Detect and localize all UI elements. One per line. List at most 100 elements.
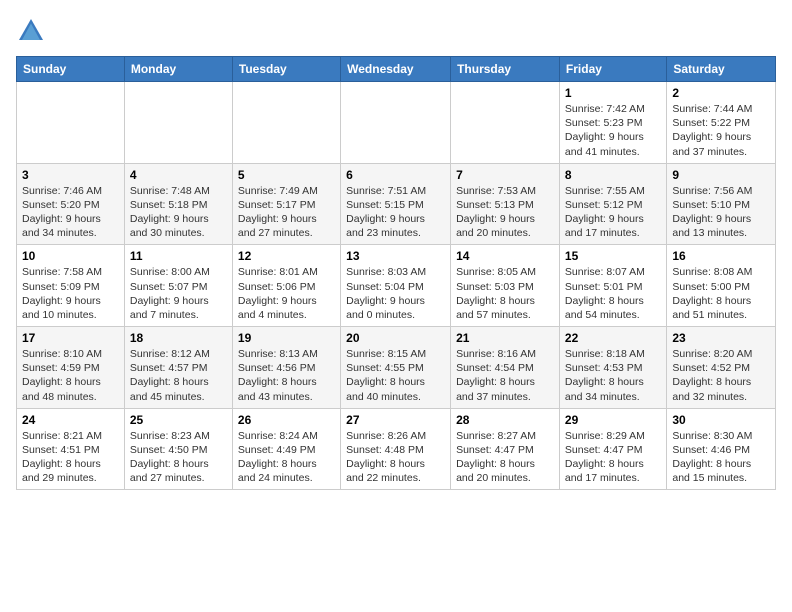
calendar-cell: 8 Sunrise: 7:55 AMSunset: 5:12 PMDaylight… [559,163,666,245]
calendar-cell: 30Sunrise: 8:30 AMSunset: 4:46 PMDayligh… [667,408,776,490]
calendar-cell: 26 Sunrise: 8:24 AMSunset: 4:49 PMDayligh… [232,408,340,490]
day-info: Sunrise: 8:07 AMSunset: 5:01 PMDaylight:… [565,265,661,322]
day-number: 12 [238,249,335,263]
calendar-cell: 11Sunrise: 8:00 AMSunset: 5:07 PMDayligh… [124,245,232,327]
day-number: 26 [238,413,335,427]
calendar-cell: 22Sunrise: 8:18 AMSunset: 4:53 PMDayligh… [559,327,666,409]
calendar-week-4: 17 Sunrise: 8:10 AMSunset: 4:59 PMDayligh… [17,327,776,409]
day-info: Sunrise: 8:01 AMSunset: 5:06 PMDaylight:… [238,265,335,322]
day-number: 27 [346,413,445,427]
calendar-cell: 1 Sunrise: 7:42 AMSunset: 5:23 PMDaylight… [559,82,666,164]
day-number: 17 [22,331,119,345]
calendar-cell: 13 Sunrise: 8:03 AMSunset: 5:04 PMDayligh… [341,245,451,327]
day-info: Sunrise: 8:13 AMSunset: 4:56 PMDaylight:… [238,347,335,404]
day-number: 29 [565,413,661,427]
calendar-week-3: 10 Sunrise: 7:58 AMSunset: 5:09 PMDayligh… [17,245,776,327]
day-info: Sunrise: 8:26 AMSunset: 4:48 PMDaylight:… [346,429,445,486]
calendar-cell: 28 Sunrise: 8:27 AMSunset: 4:47 PMDayligh… [451,408,560,490]
day-number: 28 [456,413,554,427]
calendar-cell: 18 Sunrise: 8:12 AMSunset: 4:57 PMDayligh… [124,327,232,409]
calendar-cell [232,82,340,164]
logo [16,16,50,46]
calendar-week-1: 1 Sunrise: 7:42 AMSunset: 5:23 PMDaylight… [17,82,776,164]
calendar-cell: 10 Sunrise: 7:58 AMSunset: 5:09 PMDayligh… [17,245,125,327]
day-info: Sunrise: 8:27 AMSunset: 4:47 PMDaylight:… [456,429,554,486]
calendar-cell: 20 Sunrise: 8:15 AMSunset: 4:55 PMDayligh… [341,327,451,409]
calendar-cell: 27 Sunrise: 8:26 AMSunset: 4:48 PMDayligh… [341,408,451,490]
calendar-cell: 16Sunrise: 8:08 AMSunset: 5:00 PMDayligh… [667,245,776,327]
day-info: Sunrise: 8:12 AMSunset: 4:57 PMDaylight:… [130,347,227,404]
header [16,16,776,46]
day-info: Sunrise: 7:42 AMSunset: 5:23 PMDaylight:… [565,102,661,159]
calendar-cell: 5 Sunrise: 7:49 AMSunset: 5:17 PMDaylight… [232,163,340,245]
calendar-week-5: 24 Sunrise: 8:21 AMSunset: 4:51 PMDayligh… [17,408,776,490]
day-number: 24 [22,413,119,427]
day-number: 10 [22,249,119,263]
calendar-cell [17,82,125,164]
day-number: 13 [346,249,445,263]
calendar-cell: 15 Sunrise: 8:07 AMSunset: 5:01 PMDayligh… [559,245,666,327]
calendar-cell: 4 Sunrise: 7:48 AMSunset: 5:18 PMDaylight… [124,163,232,245]
day-info: Sunrise: 7:58 AMSunset: 5:09 PMDaylight:… [22,265,119,322]
day-info: Sunrise: 7:48 AMSunset: 5:18 PMDaylight:… [130,184,227,241]
day-info: Sunrise: 7:56 AMSunset: 5:10 PMDaylight:… [672,184,770,241]
day-number: 15 [565,249,661,263]
calendar-cell [451,82,560,164]
day-info: Sunrise: 8:23 AMSunset: 4:50 PMDaylight:… [130,429,227,486]
day-info: Sunrise: 7:46 AMSunset: 5:20 PMDaylight:… [22,184,119,241]
day-number: 11 [130,249,227,263]
calendar-header-tuesday: Tuesday [232,57,340,82]
calendar-header-friday: Friday [559,57,666,82]
day-info: Sunrise: 8:20 AMSunset: 4:52 PMDaylight:… [672,347,770,404]
day-number: 4 [130,168,227,182]
day-info: Sunrise: 8:05 AMSunset: 5:03 PMDaylight:… [456,265,554,322]
calendar-cell: 12 Sunrise: 8:01 AMSunset: 5:06 PMDayligh… [232,245,340,327]
calendar-cell: 3 Sunrise: 7:46 AMSunset: 5:20 PMDaylight… [17,163,125,245]
calendar-header-monday: Monday [124,57,232,82]
calendar-cell: 29 Sunrise: 8:29 AMSunset: 4:47 PMDayligh… [559,408,666,490]
calendar-cell: 14Sunrise: 8:05 AMSunset: 5:03 PMDayligh… [451,245,560,327]
day-number: 23 [672,331,770,345]
day-number: 3 [22,168,119,182]
day-info: Sunrise: 8:29 AMSunset: 4:47 PMDaylight:… [565,429,661,486]
day-number: 20 [346,331,445,345]
calendar-cell: 23 Sunrise: 8:20 AMSunset: 4:52 PMDayligh… [667,327,776,409]
calendar-table: SundayMondayTuesdayWednesdayThursdayFrid… [16,56,776,490]
day-number: 9 [672,168,770,182]
calendar-header-wednesday: Wednesday [341,57,451,82]
calendar-cell: 25 Sunrise: 8:23 AMSunset: 4:50 PMDayligh… [124,408,232,490]
day-info: Sunrise: 7:44 AMSunset: 5:22 PMDaylight:… [672,102,770,159]
day-info: Sunrise: 8:10 AMSunset: 4:59 PMDaylight:… [22,347,119,404]
calendar-week-2: 3 Sunrise: 7:46 AMSunset: 5:20 PMDaylight… [17,163,776,245]
day-info: Sunrise: 8:15 AMSunset: 4:55 PMDaylight:… [346,347,445,404]
day-number: 21 [456,331,554,345]
calendar-header-thursday: Thursday [451,57,560,82]
day-number: 25 [130,413,227,427]
day-info: Sunrise: 8:30 AMSunset: 4:46 PMDaylight:… [672,429,770,486]
day-number: 1 [565,86,661,100]
day-info: Sunrise: 8:18 AMSunset: 4:53 PMDaylight:… [565,347,661,404]
calendar-cell: 24 Sunrise: 8:21 AMSunset: 4:51 PMDayligh… [17,408,125,490]
calendar-cell [124,82,232,164]
day-info: Sunrise: 8:16 AMSunset: 4:54 PMDaylight:… [456,347,554,404]
calendar-cell: 19Sunrise: 8:13 AMSunset: 4:56 PMDayligh… [232,327,340,409]
calendar-cell: 17 Sunrise: 8:10 AMSunset: 4:59 PMDayligh… [17,327,125,409]
day-info: Sunrise: 7:55 AMSunset: 5:12 PMDaylight:… [565,184,661,241]
calendar-cell: 2 Sunrise: 7:44 AMSunset: 5:22 PMDaylight… [667,82,776,164]
calendar-header-sunday: Sunday [17,57,125,82]
day-info: Sunrise: 7:49 AMSunset: 5:17 PMDaylight:… [238,184,335,241]
day-number: 2 [672,86,770,100]
day-number: 5 [238,168,335,182]
day-info: Sunrise: 8:08 AMSunset: 5:00 PMDaylight:… [672,265,770,322]
day-number: 8 [565,168,661,182]
day-number: 18 [130,331,227,345]
logo-icon [16,16,46,46]
day-info: Sunrise: 8:24 AMSunset: 4:49 PMDaylight:… [238,429,335,486]
calendar-cell: 6Sunrise: 7:51 AMSunset: 5:15 PMDaylight… [341,163,451,245]
day-number: 6 [346,168,445,182]
calendar-cell: 21 Sunrise: 8:16 AMSunset: 4:54 PMDayligh… [451,327,560,409]
calendar-cell: 9 Sunrise: 7:56 AMSunset: 5:10 PMDaylight… [667,163,776,245]
day-info: Sunrise: 7:53 AMSunset: 5:13 PMDaylight:… [456,184,554,241]
day-info: Sunrise: 8:21 AMSunset: 4:51 PMDaylight:… [22,429,119,486]
day-info: Sunrise: 8:03 AMSunset: 5:04 PMDaylight:… [346,265,445,322]
